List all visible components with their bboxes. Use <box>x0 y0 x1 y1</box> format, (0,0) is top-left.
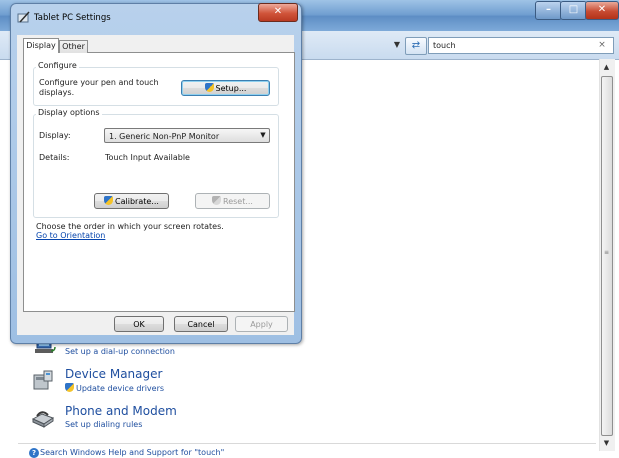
help-icon: ? <box>29 448 39 458</box>
dial-up-link[interactable]: Set up a dial-up connection <box>65 347 175 356</box>
chevron-down-icon[interactable]: ▼ <box>258 130 268 141</box>
phone-modem-icon <box>31 411 55 428</box>
tablet-pc-icon <box>17 11 30 23</box>
uac-shield-icon <box>212 196 221 205</box>
uac-shield-icon <box>65 383 74 392</box>
display-select[interactable]: 1. Generic Non-PnP Monitor <box>104 128 270 143</box>
setup-button[interactable]: Setup... <box>181 80 270 96</box>
calibrate-button[interactable]: Calibrate... <box>94 193 169 209</box>
dialing-rules-link[interactable]: Set up dialing rules <box>65 420 142 429</box>
clear-search-icon[interactable]: × <box>596 38 608 52</box>
tab-display[interactable]: Display <box>23 38 59 53</box>
configure-description-line2: displays. <box>39 88 75 97</box>
dialog-title: Tablet PC Settings <box>34 13 111 23</box>
scroll-up-icon[interactable]: ▲ <box>599 60 614 75</box>
reset-button[interactable]: Reset... <box>195 193 270 209</box>
scroll-thumb[interactable] <box>601 76 613 436</box>
phone-modem-title[interactable]: Phone and Modem <box>65 404 177 418</box>
update-drivers-link[interactable]: Update device drivers <box>65 383 164 393</box>
details-value: Touch Input Available <box>105 153 190 162</box>
help-search-link[interactable]: Search Windows Help and Support for "tou… <box>40 448 224 457</box>
configure-group-label: Configure <box>36 61 79 70</box>
configure-description: Configure your pen and touch <box>39 78 159 87</box>
device-manager-title[interactable]: Device Manager <box>65 367 162 381</box>
cancel-button[interactable]: Cancel <box>174 316 228 332</box>
details-label: Details: <box>39 153 70 162</box>
tab-other[interactable]: Other <box>59 40 88 53</box>
orientation-link[interactable]: Go to Orientation <box>36 231 105 240</box>
uac-shield-icon <box>204 83 214 92</box>
scroll-down-icon[interactable]: ▼ <box>599 436 614 451</box>
device-manager-icon <box>33 370 53 390</box>
address-dropdown-icon[interactable]: ▼ <box>390 38 404 52</box>
display-options-group-label: Display options <box>36 108 102 117</box>
scroll-grip-icon: ≡ <box>604 249 610 256</box>
close-button[interactable]: ✕ <box>585 1 619 20</box>
search-input[interactable]: touch <box>428 37 614 54</box>
ok-button[interactable]: OK <box>114 316 164 332</box>
divider <box>18 443 596 444</box>
apply-button[interactable]: Apply <box>235 316 288 332</box>
orientation-description: Choose the order in which your screen ro… <box>36 222 224 231</box>
minimize-button[interactable]: – <box>535 1 562 20</box>
display-label: Display: <box>39 131 71 140</box>
refresh-icon[interactable]: ⇄ <box>405 37 427 55</box>
uac-shield-icon <box>104 196 114 205</box>
maximize-button[interactable]: □ <box>560 1 587 20</box>
dialog-close-button[interactable]: ✕ <box>258 3 298 22</box>
